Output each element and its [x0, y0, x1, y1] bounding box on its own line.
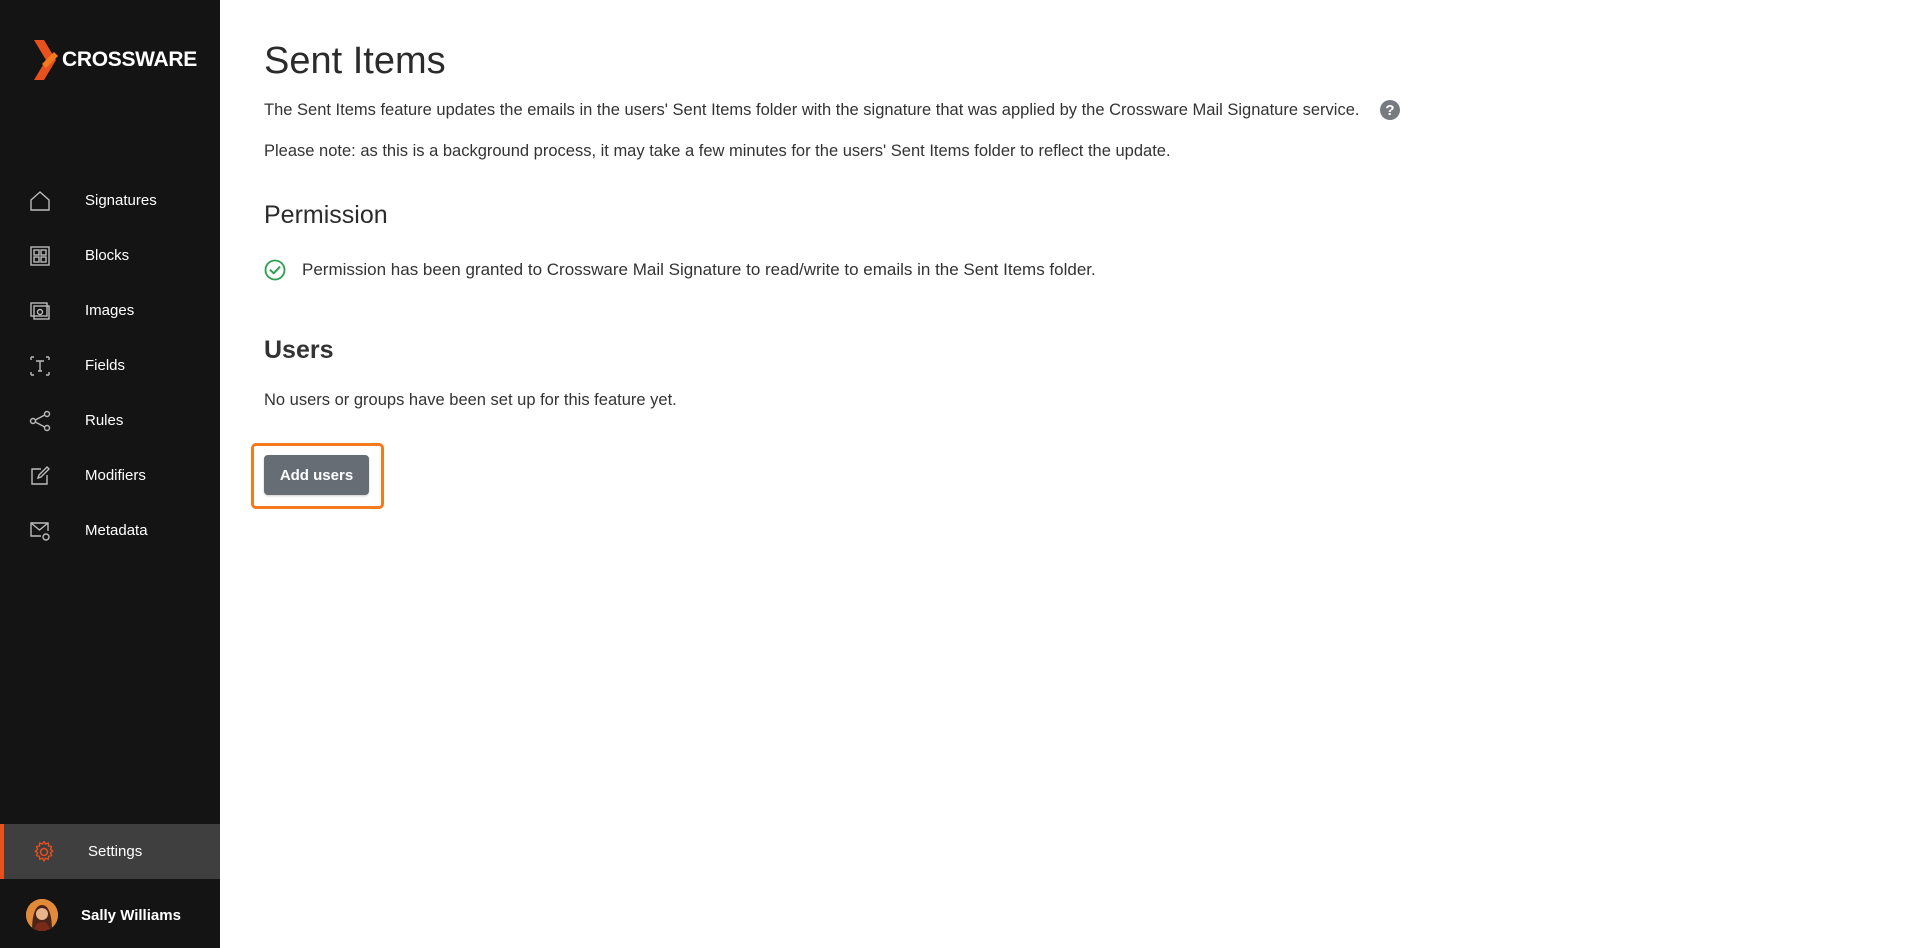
crossware-logo[interactable]: CROSSWARE: [32, 38, 197, 82]
add-users-button[interactable]: Add users: [264, 455, 369, 495]
description-text: The Sent Items feature updates the email…: [264, 101, 1360, 119]
background-process-note: Please note: as this is a background pro…: [264, 142, 1171, 160]
sidebar-item-metadata[interactable]: Metadata: [0, 503, 220, 558]
app-root: CROSSWARE Signatures Blocks Images Field…: [0, 0, 1912, 948]
feature-description: The Sent Items feature updates the email…: [264, 98, 1401, 122]
images-icon: [28, 299, 52, 323]
sidebar-item-blocks[interactable]: Blocks: [0, 228, 220, 283]
sidebar-item-settings[interactable]: Settings: [0, 824, 220, 879]
blocks-icon: [28, 244, 52, 268]
sidebar-item-label: Fields: [85, 357, 126, 374]
home-icon: [28, 189, 52, 213]
gear-icon: [32, 840, 56, 864]
user-profile[interactable]: Sally Williams: [0, 894, 220, 936]
sidebar-item-label: Signatures: [85, 192, 157, 209]
svg-text:?: ?: [1386, 102, 1395, 119]
sidebar-item-modifiers[interactable]: Modifiers: [0, 448, 220, 503]
sidebar-item-label: Settings: [88, 843, 143, 860]
sidebar-item-fields[interactable]: Fields: [0, 338, 220, 393]
sidebar: CROSSWARE Signatures Blocks Images Field…: [0, 0, 220, 948]
permission-status-text: Permission has been granted to Crossware…: [302, 260, 1096, 279]
sidebar-item-rules[interactable]: Rules: [0, 393, 220, 448]
main-content: Sent Items The Sent Items feature update…: [220, 0, 1912, 948]
permission-heading: Permission: [264, 201, 388, 229]
sidebar-item-label: Images: [85, 302, 135, 319]
sidebar-item-label: Metadata: [85, 522, 148, 539]
brand-name: CROSSWARE: [62, 48, 197, 71]
fields-icon: [28, 354, 52, 378]
edit-icon: [28, 464, 52, 488]
avatar: [26, 899, 58, 931]
check-circle-icon: [264, 259, 286, 281]
permission-status: Permission has been granted to Crossware…: [264, 258, 1096, 282]
page-title: Sent Items: [264, 40, 446, 82]
sidebar-item-images[interactable]: Images: [0, 283, 220, 338]
share-icon: [28, 409, 52, 433]
sidebar-nav: Signatures Blocks Images Fields Rules Mo…: [0, 173, 220, 558]
users-heading: Users: [264, 336, 334, 364]
sidebar-item-label: Modifiers: [85, 467, 146, 484]
sidebar-item-signatures[interactable]: Signatures: [0, 173, 220, 228]
user-name: Sally Williams: [81, 906, 181, 924]
sidebar-item-label: Rules: [85, 412, 124, 429]
sidebar-item-label: Blocks: [85, 247, 130, 264]
mail-settings-icon: [28, 519, 52, 543]
help-icon[interactable]: ?: [1379, 99, 1401, 121]
no-users-message: No users or groups have been set up for …: [264, 391, 677, 409]
